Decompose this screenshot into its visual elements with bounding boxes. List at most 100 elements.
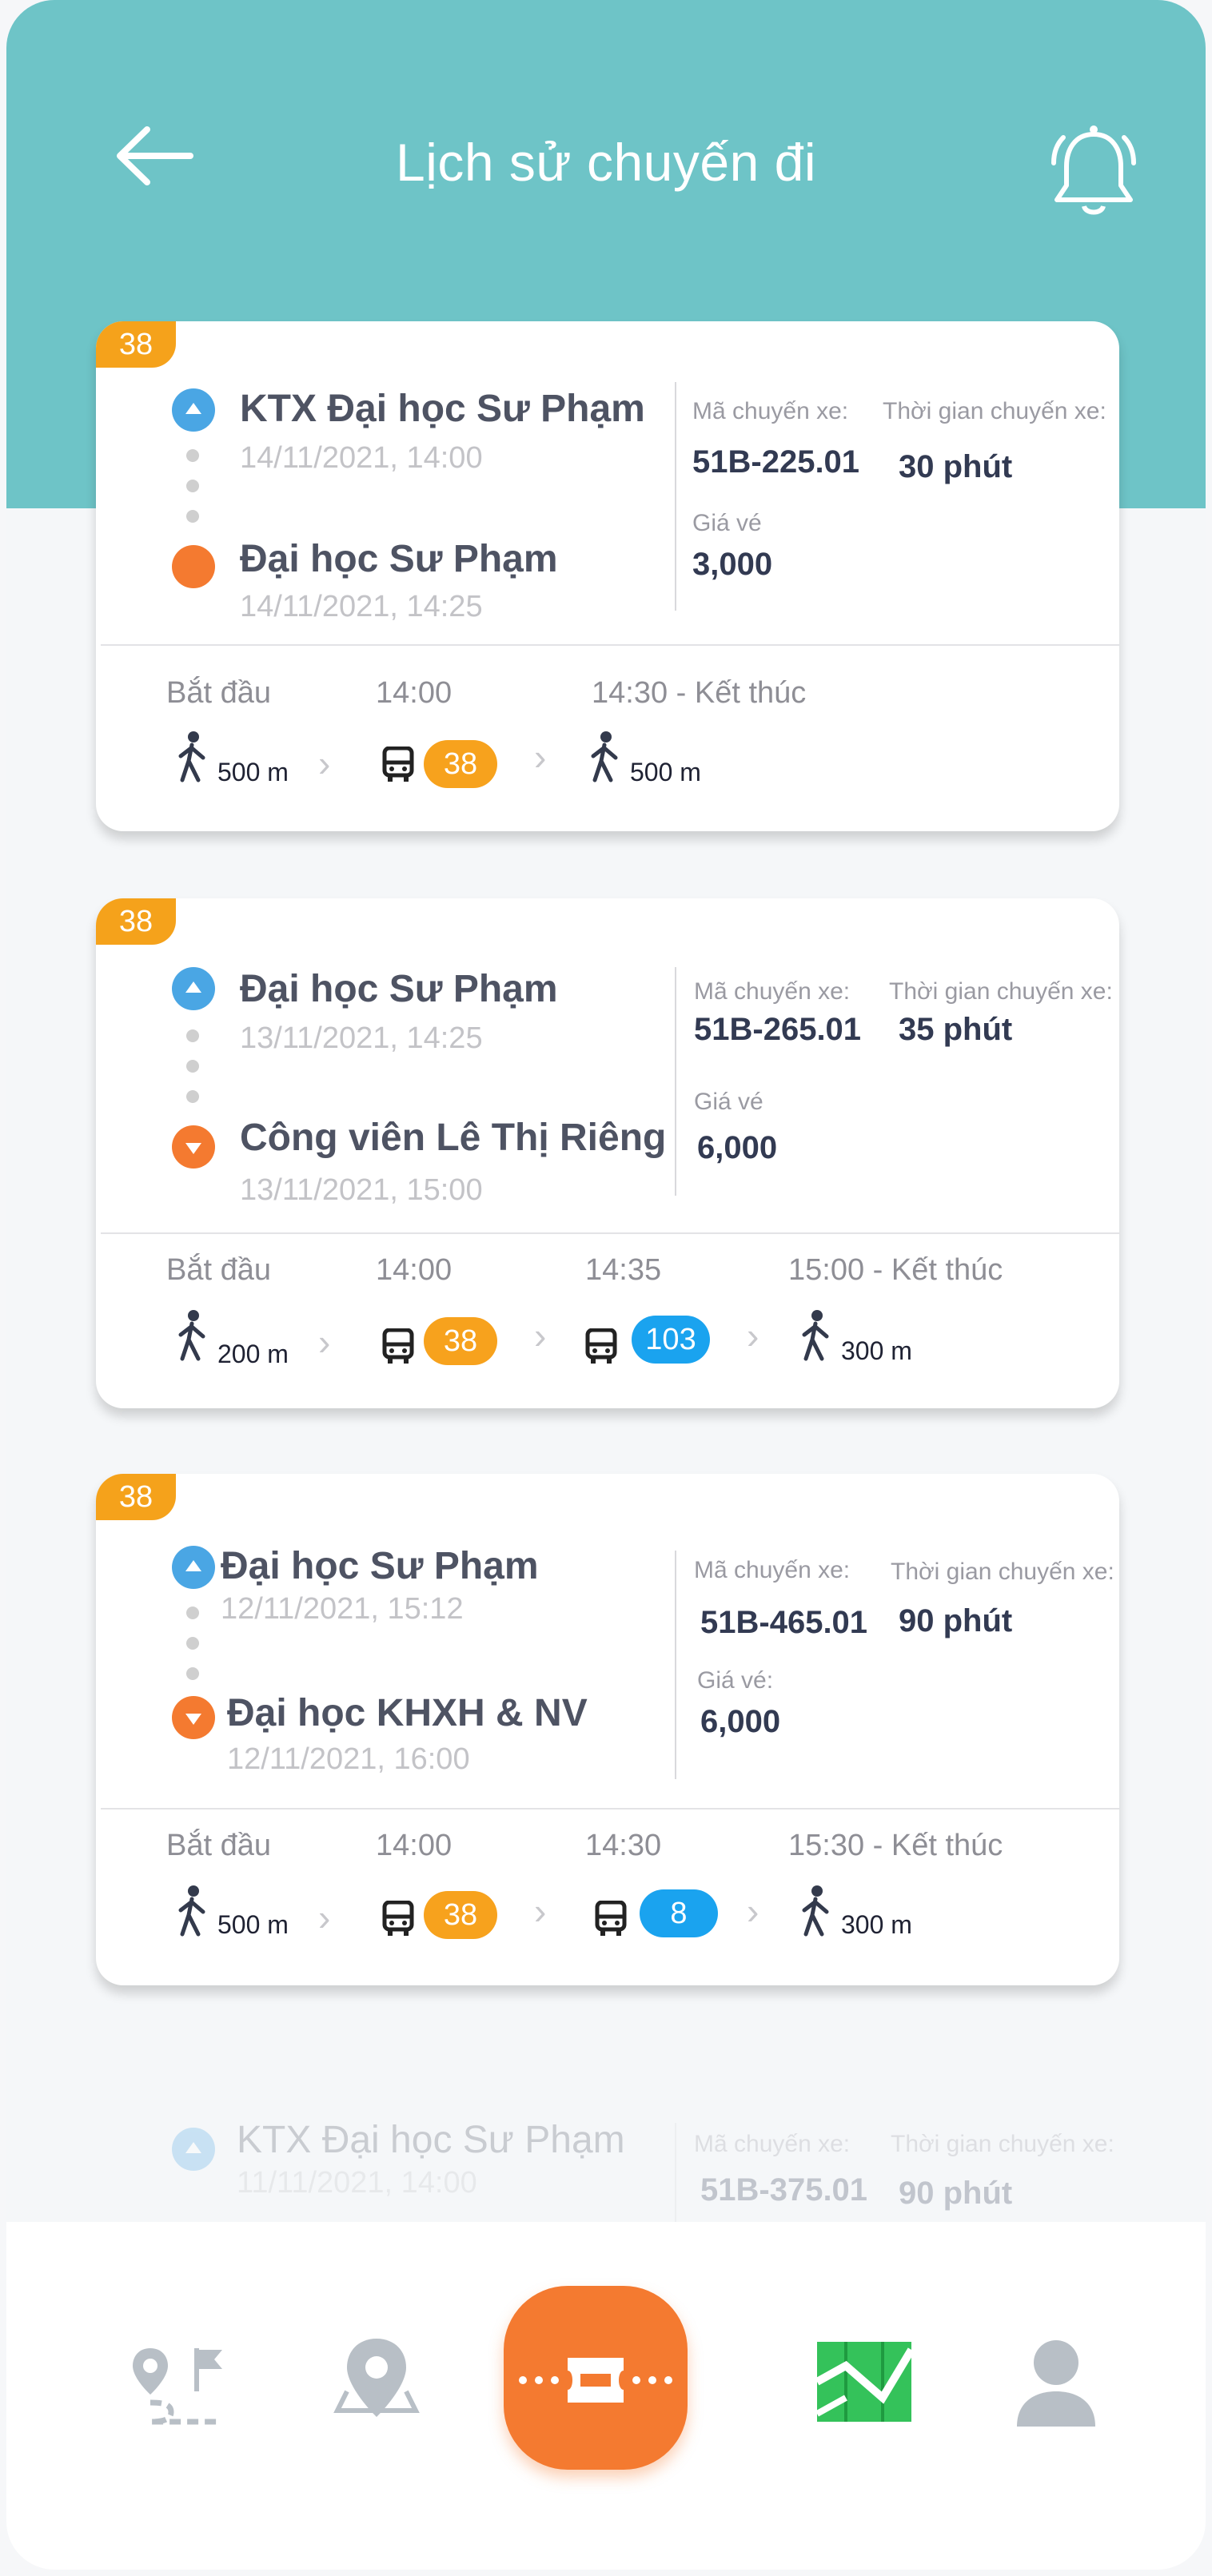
nav-map[interactable]	[814, 2334, 915, 2434]
start-stop-name: KTX Đại học Sư Phạm	[237, 2119, 625, 2161]
route-dot	[186, 1637, 199, 1650]
ticket-icon	[519, 2358, 672, 2403]
start-stop-icon	[172, 388, 215, 432]
route-dot	[186, 480, 199, 492]
bus-route-badge: 8	[640, 1889, 718, 1937]
route-dot	[186, 1667, 199, 1680]
chevron-right-icon: ›	[318, 1321, 331, 1363]
app-frame: Lịch sử chuyến đi 38 KTX Đại học Sư Phạm…	[6, 0, 1206, 2570]
bus-icon	[382, 1328, 414, 1364]
nav-routes[interactable]	[126, 2342, 230, 2434]
bus-icon	[585, 1328, 617, 1364]
bus-route-badge: 38	[424, 1317, 497, 1365]
duration-label: Thời gian chuyến xe:	[891, 2131, 1114, 2157]
page-title: Lịch sử chuyến đi	[396, 133, 816, 192]
walk-distance: 500 m	[217, 758, 289, 786]
timeline-end-label: 15:30 - Kết thúc	[788, 1829, 1003, 1862]
timeline-time: 14:00	[376, 1253, 453, 1287]
profile-icon	[1017, 2340, 1095, 2427]
walk-icon	[802, 1885, 829, 1937]
bottom-navigation	[6, 2222, 1206, 2570]
bus-icon	[595, 1901, 627, 1936]
start-stop-icon	[172, 1546, 215, 1589]
end-stop-time: 13/11/2021, 15:00	[240, 1173, 483, 1207]
divider	[675, 382, 676, 611]
walk-distance: 500 m	[217, 1910, 289, 1939]
vehicle-code-label: Mã chuyến xe:	[692, 398, 849, 424]
walk-distance: 200 m	[217, 1340, 289, 1368]
vehicle-code: 51B-225.01	[692, 444, 860, 480]
chevron-right-icon: ›	[318, 1897, 331, 1938]
duration-label: Thời gian chuyến xe:	[889, 978, 1113, 1005]
nav-profile[interactable]	[1012, 2334, 1100, 2434]
trip-card-partial[interactable]: KTX Đại học Sư Phạm 11/11/2021, 14:00 Mã…	[96, 2086, 1119, 2222]
map-pin-icon	[333, 2339, 420, 2417]
vehicle-code-label: Mã chuyến xe:	[694, 978, 851, 1005]
route-icon	[133, 2348, 222, 2425]
start-stop-name: KTX Đại học Sư Phạm	[240, 388, 645, 430]
start-stop-name: Đại học Sư Phạm	[221, 1545, 539, 1587]
route-dot	[186, 449, 199, 462]
end-stop-time: 14/11/2021, 14:25	[240, 590, 483, 623]
notification-button[interactable]	[1046, 120, 1142, 224]
chevron-right-icon: ›	[534, 736, 547, 778]
trip-card[interactable]: 38 Đại học Sư Phạm 12/11/2021, 15:12 Đại…	[96, 1474, 1119, 1985]
timeline-end-label: 15:00 - Kết thúc	[788, 1253, 1003, 1287]
end-stop-name: Công viên Lê Thị Riêng	[240, 1117, 667, 1159]
end-stop-name: Đại học KHXH & NV	[227, 1692, 588, 1734]
chevron-right-icon: ›	[747, 1315, 759, 1356]
bell-icon	[1051, 125, 1136, 215]
divider	[675, 2123, 676, 2222]
walk-icon	[178, 1885, 205, 1937]
route-dot	[186, 1607, 199, 1619]
route-dot	[186, 1029, 199, 1042]
timeline-time: 14:00	[376, 676, 453, 710]
divider	[101, 644, 1119, 646]
end-stop-time: 12/11/2021, 16:00	[227, 1742, 470, 1776]
start-stop-time: 14/11/2021, 14:00	[240, 441, 483, 475]
start-stop-time: 13/11/2021, 14:25	[240, 1021, 483, 1055]
route-tag: 38	[96, 321, 176, 368]
bus-route-badge: 38	[424, 1891, 497, 1939]
duration: 90 phút	[899, 1603, 1013, 1638]
trip-card[interactable]: 38 Đại học Sư Phạm 13/11/2021, 14:25 Côn…	[96, 898, 1119, 1408]
timeline-time: 14:00	[376, 1829, 453, 1862]
start-stop-icon	[172, 967, 215, 1010]
price: 3,000	[692, 547, 773, 582]
end-stop-icon	[172, 1696, 215, 1739]
timeline-start-label: Bắt đầu	[166, 676, 271, 710]
route-dot	[186, 1090, 199, 1103]
map-icon	[815, 2342, 915, 2422]
timeline-time: 14:30	[585, 1829, 662, 1862]
end-stop-icon	[172, 1125, 215, 1169]
timeline-time: 14:35	[585, 1253, 662, 1287]
bus-icon	[382, 747, 414, 782]
bus-route-badge: 103	[632, 1316, 710, 1364]
duration: 35 phút	[899, 1012, 1013, 1047]
price: 6,000	[697, 1130, 778, 1165]
duration-label: Thời gian chuyến xe:	[883, 398, 1106, 424]
vehicle-code: 51B-375.01	[700, 2172, 868, 2208]
route-tag: 38	[96, 1474, 176, 1520]
timeline-start-label: Bắt đầu	[166, 1253, 271, 1287]
tickets-tab[interactable]	[504, 2286, 688, 2470]
divider	[101, 1232, 1119, 1234]
trip-card[interactable]: 38 KTX Đại học Sư Phạm 14/11/2021, 14:00…	[96, 321, 1119, 831]
chevron-right-icon: ›	[534, 1890, 547, 1932]
price-label: Giá vé:	[697, 1667, 774, 1694]
duration: 30 phút	[899, 449, 1013, 484]
walk-distance: 300 m	[841, 1910, 912, 1939]
price: 6,000	[700, 1704, 781, 1739]
nav-map-pin[interactable]	[333, 2334, 421, 2434]
walk-icon	[802, 1310, 829, 1361]
bus-route-badge: 38	[424, 740, 497, 788]
end-stop-name: Đại học Sư Phạm	[240, 538, 558, 580]
start-stop-time: 11/11/2021, 14:00	[237, 2166, 477, 2200]
timeline-end-label: 14:30 - Kết thúc	[592, 676, 807, 710]
chevron-right-icon: ›	[747, 1890, 759, 1932]
divider	[675, 967, 676, 1196]
walk-distance: 500 m	[630, 758, 701, 786]
route-tag: 38	[96, 898, 176, 945]
route-dot	[186, 510, 199, 523]
walk-icon	[178, 731, 205, 782]
